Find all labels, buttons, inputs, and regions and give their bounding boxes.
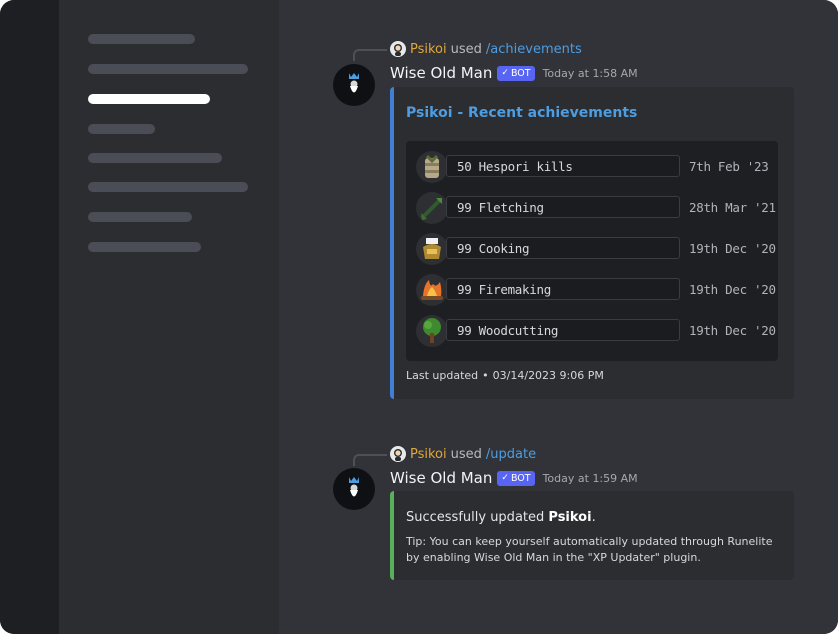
sidebar-item-7[interactable] — [88, 212, 192, 222]
reply-connector — [353, 454, 387, 466]
wise-old-man-icon — [349, 477, 359, 497]
achievement-label: 99 Cooking — [446, 237, 680, 259]
wise-old-man-icon — [349, 73, 359, 93]
reply-verb: used — [450, 41, 482, 57]
reply-context[interactable]: Psikoi used /achievements — [390, 40, 582, 58]
achievement-label: 99 Firemaking — [446, 278, 680, 300]
server-rail — [0, 0, 59, 634]
author-name[interactable]: Wise Old Man — [390, 469, 492, 487]
reply-command[interactable]: /achievements — [486, 42, 582, 57]
check-icon: ✓ — [501, 68, 509, 78]
reply-username[interactable]: Psikoi — [410, 42, 447, 57]
update-username: Psikoi — [548, 510, 592, 525]
update-text-suffix: . — [591, 510, 596, 525]
reply-username[interactable]: Psikoi — [410, 447, 447, 462]
list-item: 99 Cooking 19th Dec '20 — [416, 233, 776, 265]
achievement-label: 99 Woodcutting — [446, 319, 680, 341]
user-avatar-mini[interactable] — [390, 41, 406, 57]
sidebar-item-3-active[interactable] — [88, 94, 210, 104]
embed-footer: Last updated • 03/14/2023 9:06 PM — [406, 369, 604, 382]
cooking-icon — [416, 233, 448, 265]
achievement-date: 28th Mar '21 — [689, 200, 776, 215]
timestamp[interactable]: Today at 1:59 AM — [543, 472, 638, 485]
list-item: 50 Hespori kills 7th Feb '23 — [416, 151, 772, 183]
sidebar-item-8[interactable] — [88, 242, 201, 252]
update-tip: Tip: You can keep yourself automatically… — [406, 535, 773, 564]
achievement-date: 7th Feb '23 — [689, 159, 769, 174]
achievement-date: 19th Dec '20 — [689, 241, 776, 256]
woodcutting-icon — [416, 315, 448, 347]
sidebar-item-6[interactable] — [88, 182, 248, 192]
achievement-date: 19th Dec '20 — [689, 323, 776, 338]
list-item: 99 Fletching 28th Mar '21 — [416, 192, 776, 224]
firemaking-icon — [416, 274, 448, 306]
update-text-prefix: Successfully updated — [406, 510, 549, 525]
chat-area: Psikoi used /achievements Wise Old Man ✓… — [279, 0, 838, 634]
bot-badge-label: BOT — [510, 472, 531, 484]
app-window: Psikoi used /achievements Wise Old Man ✓… — [0, 0, 838, 634]
reply-connector — [353, 49, 387, 61]
footer-time: 03/14/2023 9:06 PM — [492, 369, 604, 382]
reply-command[interactable]: /update — [486, 447, 536, 462]
fletching-icon — [416, 192, 448, 224]
bot-badge-label: BOT — [510, 67, 531, 79]
bot-avatar[interactable] — [333, 468, 375, 510]
sidebar-item-4[interactable] — [88, 124, 155, 134]
sidebar-item-1[interactable] — [88, 34, 195, 44]
achievements-list: 50 Hespori kills 7th Feb '23 99 Fletchin… — [406, 141, 778, 361]
message-header: Wise Old Man ✓ BOT Today at 1:58 AM — [390, 62, 638, 84]
update-embed: Successfully updated Psikoi. Tip: You ca… — [390, 491, 794, 580]
achievement-label: 50 Hespori kills — [446, 155, 680, 177]
user-avatar-mini[interactable] — [390, 446, 406, 462]
achievements-embed: Psikoi - Recent achievements 50 Hespori … — [390, 87, 794, 399]
bot-avatar[interactable] — [333, 64, 375, 106]
footer-separator: • — [482, 369, 489, 382]
message-header: Wise Old Man ✓ BOT Today at 1:59 AM — [390, 467, 638, 489]
reply-verb: used — [450, 446, 482, 462]
sidebar-item-2[interactable] — [88, 64, 248, 74]
channel-sidebar — [59, 0, 279, 634]
bot-badge: ✓ BOT — [497, 470, 535, 486]
author-name[interactable]: Wise Old Man — [390, 64, 492, 82]
update-message: Successfully updated Psikoi. — [406, 510, 596, 525]
achievement-label: 99 Fletching — [446, 196, 680, 218]
sidebar-item-5[interactable] — [88, 153, 222, 163]
list-item: 99 Woodcutting 19th Dec '20 — [416, 315, 776, 347]
bot-badge: ✓ BOT — [497, 65, 535, 81]
timestamp[interactable]: Today at 1:58 AM — [543, 67, 638, 80]
hespori-icon — [416, 151, 448, 183]
list-item: 99 Firemaking 19th Dec '20 — [416, 274, 776, 306]
footer-label: Last updated — [406, 369, 479, 382]
achievement-date: 19th Dec '20 — [689, 282, 776, 297]
embed-title[interactable]: Psikoi - Recent achievements — [406, 105, 637, 121]
check-icon: ✓ — [501, 473, 509, 483]
reply-context[interactable]: Psikoi used /update — [390, 445, 536, 463]
